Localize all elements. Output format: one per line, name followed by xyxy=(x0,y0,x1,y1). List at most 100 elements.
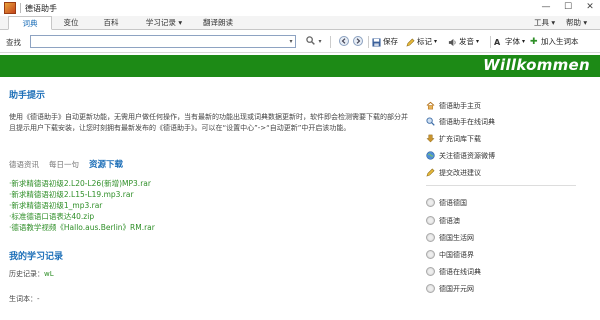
download-link[interactable]: ·标准德语口语表达40.zip xyxy=(9,211,155,222)
link-online-dictionary[interactable]: 德语助手在线词典 xyxy=(426,116,495,127)
site-link[interactable]: 中国德语界 xyxy=(426,249,474,260)
subtab-news[interactable]: 德语资讯 xyxy=(9,159,39,170)
history-label: 历史记录： xyxy=(9,270,44,278)
speaker-icon xyxy=(448,38,456,46)
search-options-chevron-icon[interactable]: ▾ xyxy=(317,36,323,48)
save-label: 保存 xyxy=(383,37,398,46)
pronounce-label: 发音 xyxy=(459,37,474,46)
site-link[interactable]: 德语澳 xyxy=(426,215,460,226)
bullet-icon xyxy=(426,233,435,242)
add-vocab-button[interactable]: ✚ 加入生词本 xyxy=(530,36,579,48)
toolbar-separator xyxy=(368,36,369,48)
link-weibo[interactable]: 关注德语资源微博 xyxy=(426,150,495,161)
site-link-label: 德国生活网 xyxy=(439,233,474,242)
search-label: 查找 xyxy=(6,38,21,47)
menu-help-label: 帮助 xyxy=(566,18,581,27)
window-title: 德语助手 xyxy=(25,3,57,13)
app-logo-icon xyxy=(4,2,16,14)
download-link[interactable]: ·德语教学视频《Hallo.aus.Berlin》RM.rar xyxy=(9,222,155,233)
tab-study-record-label: 学习记录 xyxy=(145,18,176,27)
font-button[interactable]: A 字体 ▾ xyxy=(494,36,525,48)
link-feedback[interactable]: 提交改进建议 xyxy=(426,167,481,178)
site-link[interactable]: 德语德国 xyxy=(426,197,467,208)
vocab-record: 生词本：- xyxy=(9,294,40,304)
maximize-button[interactable]: ☐ xyxy=(562,1,574,14)
download-link[interactable]: ·新求精德语初级1_mp3.rar xyxy=(9,200,155,211)
link-dictionary-download-label: 扩充词库下载 xyxy=(439,134,481,143)
toolbar: 查找 ▾ ▾ 保存 标记 ▾ 发音 ▾ A 字体 ▾ ✚ 加入生词本 xyxy=(0,31,600,53)
tab-dictionary[interactable]: 词典 xyxy=(8,16,52,30)
menu-tools[interactable]: 工具 ▾ xyxy=(534,16,555,30)
toolbar-separator xyxy=(330,36,331,48)
chevron-down-icon: ▾ xyxy=(434,38,438,45)
add-vocab-label: 加入生词本 xyxy=(541,37,579,46)
chevron-down-icon: ▾ xyxy=(178,18,183,27)
download-link[interactable]: ·新求精德语初级2.L15-L19.mp3.rar xyxy=(9,189,155,200)
subtab-daily-sentence[interactable]: 每日一句 xyxy=(49,159,79,170)
home-icon xyxy=(426,101,435,110)
link-online-dictionary-label: 德语助手在线词典 xyxy=(439,117,495,126)
download-link[interactable]: ·新求精德语初级2.L20-L26(新增)MP3.rar xyxy=(9,178,155,189)
chevron-down-icon: ▾ xyxy=(551,18,556,27)
main-content: 助手提示 使用《德语助手》自动更新功能，无需用户做任何操作，当有最新的功能出现或… xyxy=(0,77,420,320)
save-button[interactable]: 保存 xyxy=(372,36,398,48)
search-icon xyxy=(426,117,435,126)
welcome-banner: Willkommen xyxy=(0,55,600,77)
title-separator xyxy=(20,3,21,13)
chevron-down-icon: ▾ xyxy=(522,38,526,45)
bullet-icon xyxy=(426,284,435,293)
bullet-icon xyxy=(426,250,435,259)
menu-tools-label: 工具 xyxy=(534,18,549,27)
tab-conjugation[interactable]: 变位 xyxy=(56,16,86,30)
minimize-button[interactable]: — xyxy=(540,1,552,14)
site-link-label: 德语澳 xyxy=(439,216,460,225)
site-link-label: 德国开元网 xyxy=(439,284,474,293)
mark-button[interactable]: 标记 ▾ xyxy=(406,36,437,48)
content-subtabs: 德语资讯 每日一句 资源下载 xyxy=(9,158,123,170)
plus-icon: ✚ xyxy=(530,36,538,47)
tab-encyclopedia[interactable]: 百科 xyxy=(96,16,126,30)
history-value[interactable]: wL xyxy=(44,270,54,278)
menu-help[interactable]: 帮助 ▾ xyxy=(566,16,587,30)
globe-icon xyxy=(426,151,435,160)
search-icon[interactable] xyxy=(305,36,315,48)
chevron-down-icon: ▾ xyxy=(583,18,588,27)
site-link[interactable]: 德国生活网 xyxy=(426,232,474,243)
save-icon xyxy=(372,37,381,47)
pencil-icon xyxy=(426,168,435,177)
window-controls: — ☐ ✕ xyxy=(540,1,596,14)
link-homepage-label: 德语助手主页 xyxy=(439,101,481,110)
font-icon: A xyxy=(494,37,501,47)
bullet-icon xyxy=(426,198,435,207)
site-link[interactable]: 德语在线词典 xyxy=(426,266,481,277)
vocab-value: - xyxy=(37,295,40,303)
close-button[interactable]: ✕ xyxy=(584,1,596,14)
pronounce-button[interactable]: 发音 ▾ xyxy=(448,36,479,48)
site-link-label: 中国德语界 xyxy=(439,250,474,259)
link-dictionary-download[interactable]: 扩充词库下载 xyxy=(426,133,481,144)
search-history-dropdown[interactable]: ▾ xyxy=(287,36,295,47)
download-list: ·新求精德语初级2.L20-L26(新增)MP3.rar ·新求精德语初级2.L… xyxy=(9,178,155,233)
back-arrow-icon[interactable] xyxy=(338,36,349,48)
link-homepage[interactable]: 德语助手主页 xyxy=(426,100,481,111)
site-link-label: 德语德国 xyxy=(439,198,467,207)
subtab-downloads[interactable]: 资源下载 xyxy=(89,158,123,170)
site-link[interactable]: 德国开元网 xyxy=(426,283,474,294)
download-icon xyxy=(426,134,435,143)
helper-text: 使用《德语助手》自动更新功能，无需用户做任何操作，当有最新的功能出现或词典数据更… xyxy=(9,113,408,132)
search-input[interactable] xyxy=(30,35,296,48)
banner-title: Willkommen xyxy=(483,56,590,74)
title-bar: 德语助手 — ☐ ✕ xyxy=(0,0,600,16)
forward-arrow-icon[interactable] xyxy=(352,36,363,48)
mark-label: 标记 xyxy=(417,37,432,46)
font-label: 字体 xyxy=(505,37,520,46)
helper-title: 助手提示 xyxy=(9,91,46,101)
link-weibo-label: 关注德语资源微博 xyxy=(439,151,495,160)
tab-study-record[interactable]: 学习记录 ▾ xyxy=(140,16,188,30)
bullet-icon xyxy=(426,267,435,276)
bullet-icon xyxy=(426,216,435,225)
pencil-icon xyxy=(406,38,415,47)
toolbar-separator xyxy=(490,36,491,48)
tab-translate-read[interactable]: 翻译朗读 xyxy=(196,16,240,30)
site-link-label: 德语在线词典 xyxy=(439,267,481,276)
